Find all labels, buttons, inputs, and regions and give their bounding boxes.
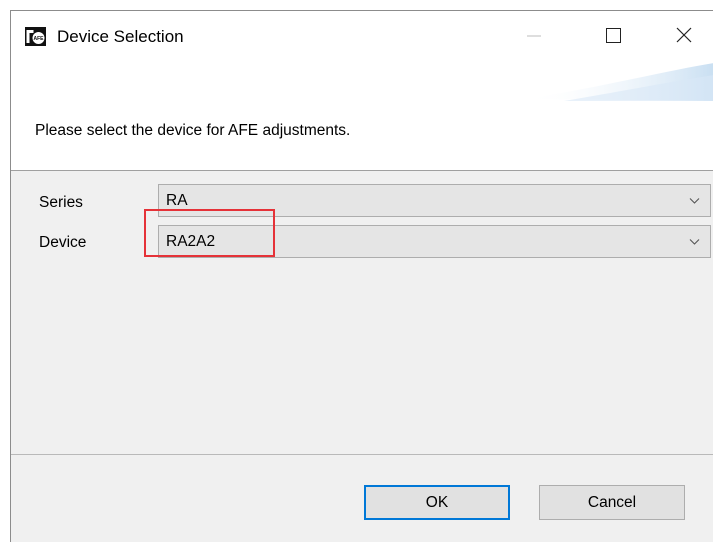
red-highlight-box — [144, 209, 275, 257]
dialog-header: Please select the device for AFE adjustm… — [11, 61, 713, 171]
minimize-button[interactable] — [511, 11, 557, 61]
background-cut-text: ▔▔▔▔▔▔▔▔▔▔▔▔▔▔▔▔▔▔▔▔▔▔▔▔▔▔▔▔▔▔ — [38, 0, 415, 9]
instruction-message: Please select the device for AFE adjustm… — [35, 122, 351, 139]
footer-separator — [11, 454, 713, 455]
ok-button[interactable]: OK — [364, 485, 510, 520]
device-label: Device — [39, 234, 87, 251]
window-title: Device Selection — [57, 27, 184, 46]
device-selection-dialog: AFE Device Selection Please select the d… — [10, 10, 713, 542]
maximize-button[interactable] — [590, 11, 636, 61]
series-combo-value: RA — [166, 192, 188, 209]
close-icon — [676, 27, 692, 43]
close-button[interactable] — [661, 11, 707, 61]
app-icon-text: AFE — [34, 36, 45, 42]
title-bar[interactable]: AFE Device Selection — [11, 11, 713, 61]
afe-app-icon: AFE — [25, 27, 46, 46]
maximize-icon — [606, 28, 621, 43]
header-swoosh-graphic — [524, 63, 713, 101]
series-label: Series — [39, 194, 83, 211]
chevron-down-icon — [689, 239, 700, 245]
chevron-down-icon — [689, 198, 700, 204]
minimize-icon — [527, 35, 541, 37]
cancel-button[interactable]: Cancel — [539, 485, 685, 520]
